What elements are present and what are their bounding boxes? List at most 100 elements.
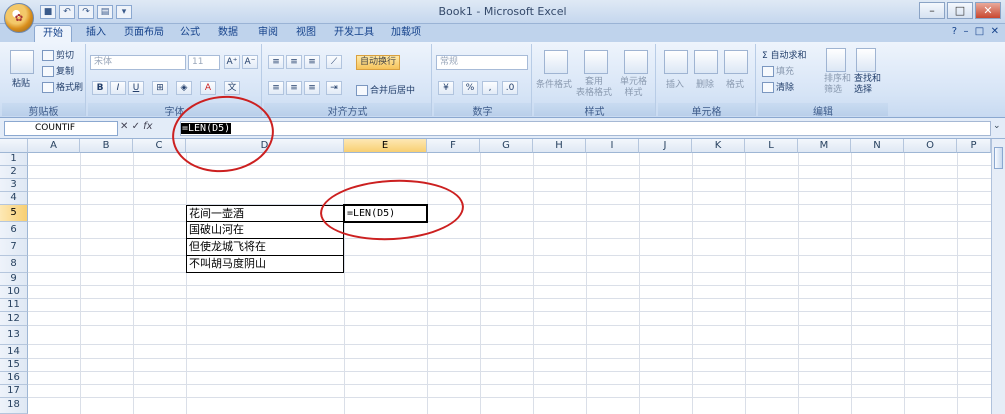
fill-color-icon[interactable]: ◈ (176, 81, 192, 95)
help-icon[interactable]: ? (952, 26, 957, 37)
expand-formula-icon[interactable]: ⌄ (993, 121, 1003, 136)
merge-center-button[interactable]: 合并后居中 (356, 83, 415, 96)
doc-minimize-icon[interactable]: – (963, 26, 968, 37)
name-box[interactable]: COUNTIF (4, 121, 118, 136)
insert-cells-icon[interactable] (664, 50, 688, 74)
align-center-icon[interactable]: ≡ (286, 81, 302, 95)
delete-cells-button[interactable]: 删除 (696, 77, 714, 90)
cell-d8[interactable]: 不叫胡马度阴山 (186, 255, 344, 273)
font-color-icon[interactable]: A (200, 81, 216, 95)
tab-addins[interactable]: 加载项 (383, 25, 429, 42)
col-header-b[interactable]: B (80, 139, 133, 153)
row-header-6[interactable]: 6 (0, 222, 28, 239)
currency-icon[interactable]: ¥ (438, 81, 454, 95)
sort-filter-button[interactable]: 排序和 筛选 (824, 74, 851, 96)
clear-button[interactable]: 清除 (762, 80, 794, 93)
col-header-m[interactable]: M (798, 139, 851, 153)
tab-data[interactable]: 数据 (210, 25, 246, 42)
tab-home[interactable]: 开始 (34, 25, 72, 42)
row-header-2[interactable]: 2 (0, 166, 28, 179)
insert-cells-button[interactable]: 插入 (666, 77, 684, 90)
align-right-icon[interactable]: ≡ (304, 81, 320, 95)
row-header-1[interactable]: 1 (0, 153, 28, 166)
shrink-font-button[interactable]: A⁻ (242, 55, 258, 69)
row-header-8[interactable]: 8 (0, 256, 28, 273)
copy-button[interactable]: 复制 (42, 64, 74, 77)
comma-icon[interactable]: , (482, 81, 498, 95)
decimal-icon[interactable]: .0 (502, 81, 518, 95)
row-header-3[interactable]: 3 (0, 179, 28, 192)
col-header-j[interactable]: J (639, 139, 692, 153)
sort-filter-icon[interactable] (826, 48, 846, 72)
tab-insert[interactable]: 插入 (78, 25, 114, 42)
col-header-p[interactable]: P (957, 139, 991, 153)
indent-icon[interactable]: ⇥ (326, 81, 342, 95)
table-format-icon[interactable] (584, 50, 608, 74)
number-format-combo[interactable]: 常规 (436, 55, 528, 70)
col-header-n[interactable]: N (851, 139, 904, 153)
tab-formulas[interactable]: 公式 (172, 25, 208, 42)
function-icon[interactable]: fx (143, 121, 152, 132)
worksheet-grid[interactable]: A B C D E F G H I J K L M N O P 1 2 3 4 … (0, 139, 1005, 414)
close-button[interactable]: ✕ (975, 2, 1001, 19)
cell-d6[interactable]: 国破山河在 (186, 221, 344, 239)
format-cells-button[interactable]: 格式 (726, 77, 744, 90)
office-button[interactable]: ✿ (4, 3, 34, 33)
row-header-10[interactable]: 10 (0, 286, 28, 299)
col-header-l[interactable]: L (745, 139, 798, 153)
percent-button[interactable]: % (462, 81, 478, 95)
cell-styles-button[interactable]: 单元格 样式 (620, 77, 647, 99)
scrollbar-thumb[interactable] (994, 147, 1003, 169)
font-name-combo[interactable]: 宋体 (90, 55, 186, 70)
cell-styles-icon[interactable] (624, 50, 648, 74)
conditional-format-button[interactable]: 条件格式 (536, 77, 572, 90)
col-header-g[interactable]: G (480, 139, 533, 153)
col-header-f[interactable]: F (427, 139, 480, 153)
tab-page-layout[interactable]: 页面布局 (116, 25, 172, 42)
select-all-corner[interactable] (0, 139, 28, 153)
align-left-icon[interactable]: ≡ (268, 81, 284, 95)
row-header-16[interactable]: 16 (0, 372, 28, 385)
minimize-button[interactable]: – (919, 2, 945, 19)
grow-font-button[interactable]: A⁺ (224, 55, 240, 69)
row-header-15[interactable]: 15 (0, 359, 28, 372)
italic-button[interactable]: I (110, 81, 126, 95)
vertical-scrollbar[interactable] (991, 139, 1005, 414)
wrap-text-button[interactable]: 自动换行 (356, 55, 401, 70)
col-header-i[interactable]: I (586, 139, 639, 153)
format-cells-icon[interactable] (724, 50, 748, 74)
row-header-11[interactable]: 11 (0, 299, 28, 312)
row-header-12[interactable]: 12 (0, 312, 28, 326)
paste-button[interactable]: 粘贴 (12, 76, 30, 89)
col-header-k[interactable]: K (692, 139, 745, 153)
formula-input[interactable]: =LEN(D5) (180, 121, 991, 136)
delete-cells-icon[interactable] (694, 50, 718, 74)
align-middle-icon[interactable]: ≡ (286, 55, 302, 69)
borders-icon[interactable]: ⊞ (152, 81, 168, 95)
autosum-button[interactable]: Σ 自动求和 (762, 48, 807, 61)
row-header-17[interactable]: 17 (0, 385, 28, 398)
row-header-18[interactable]: 18 (0, 398, 28, 414)
enter-icon[interactable]: ✓ (132, 121, 140, 132)
paste-icon[interactable] (10, 50, 34, 74)
row-header-4[interactable]: 4 (0, 192, 28, 205)
doc-close-icon[interactable]: ✕ (991, 26, 999, 37)
maximize-button[interactable]: □ (947, 2, 973, 19)
table-format-button[interactable]: 套用 表格格式 (576, 77, 612, 99)
bold-button[interactable]: B (92, 81, 108, 95)
col-header-e[interactable]: E (344, 139, 427, 153)
doc-restore-icon[interactable]: □ (975, 26, 984, 37)
orientation-icon[interactable]: ⟋ (326, 55, 342, 69)
format-painter-button[interactable]: 格式刷 (42, 80, 83, 93)
underline-button[interactable]: U (128, 81, 144, 95)
col-header-h[interactable]: H (533, 139, 586, 153)
row-header-9[interactable]: 9 (0, 273, 28, 286)
phonetic-icon[interactable]: 文 (224, 81, 240, 95)
find-icon[interactable] (856, 48, 876, 72)
fill-button[interactable]: 填充 (762, 64, 794, 77)
conditional-format-icon[interactable] (544, 50, 568, 74)
row-header-7[interactable]: 7 (0, 239, 28, 256)
align-bottom-icon[interactable]: ≡ (304, 55, 320, 69)
col-header-a[interactable]: A (28, 139, 80, 153)
font-size-combo[interactable]: 11 (188, 55, 220, 70)
